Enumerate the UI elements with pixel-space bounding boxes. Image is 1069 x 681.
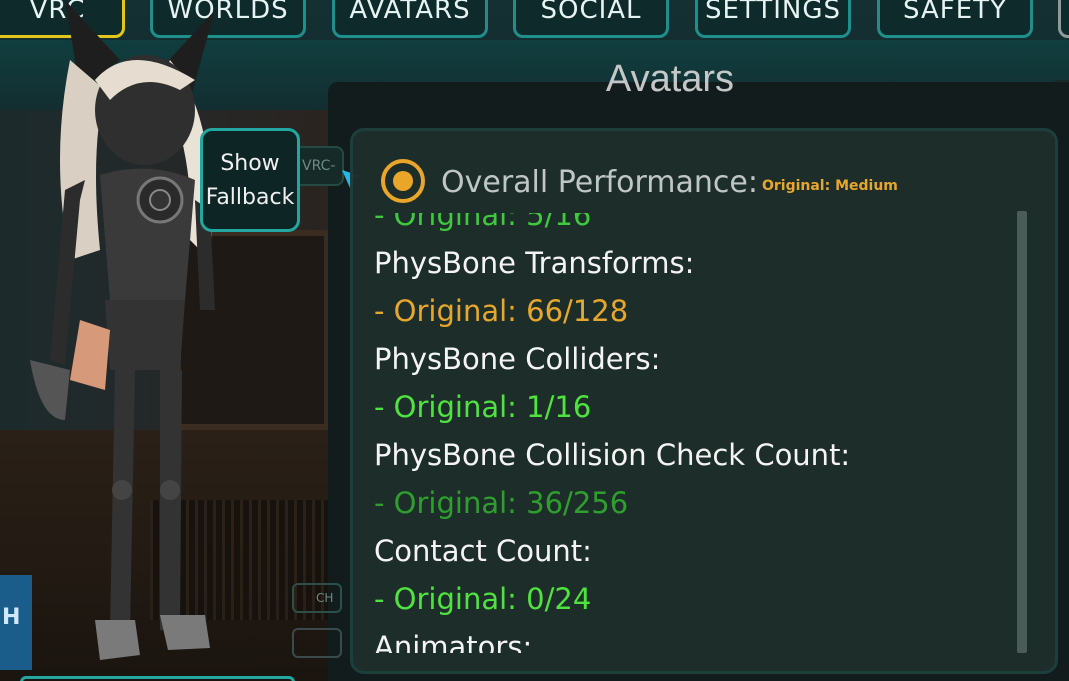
performance-stats-list: - Original: 5/16 PhysBone Transforms: - … [374, 213, 1024, 653]
stat-label: Animators: [374, 630, 533, 653]
page-title: Avatars [605, 58, 735, 100]
show-fallback-label-line1: Show [220, 151, 280, 176]
stat-value: - Original: 5/16 [374, 213, 592, 232]
performance-list-viewport[interactable]: - Original: 5/16 PhysBone Transforms: - … [361, 213, 1026, 653]
stat-label: PhysBone Transforms: [374, 246, 695, 280]
show-fallback-label-line2: Fallback [205, 185, 295, 210]
performance-title: Overall Performance: [441, 165, 758, 200]
avatar-preview-figure [30, 0, 215, 660]
stat-value: - Original: 36/256 [374, 486, 629, 520]
performance-rating-dot [393, 171, 413, 191]
preview-chip[interactable] [292, 628, 342, 658]
stat-label: Contact Count: [374, 534, 592, 568]
tab-avatars[interactable]: AVATARS [332, 0, 488, 38]
performance-list-scrollbar[interactable] [1017, 211, 1027, 653]
stat-label: PhysBone Colliders: [374, 342, 661, 376]
performance-tooltip: Overall Performance: Original: Medium - … [350, 128, 1058, 674]
stat-value: - Original: 1/16 [374, 390, 592, 424]
stat-label: PhysBone Collision Check Count: [374, 438, 851, 472]
tab-safety[interactable]: SAFETY [877, 0, 1033, 38]
stat-value: - Original: 66/128 [374, 294, 629, 328]
tab-settings[interactable]: SETTINGS [695, 0, 851, 38]
performance-rating-text: Original: Medium [761, 178, 898, 194]
ch-chip[interactable]: CH [292, 583, 342, 613]
tab-social[interactable]: SOCIAL [513, 0, 669, 38]
performance-header: Overall Performance: Original: Medium [381, 159, 898, 203]
performance-rating-icon [381, 159, 425, 203]
tab-more[interactable] [1058, 0, 1069, 38]
stat-value: - Original: 0/24 [374, 582, 592, 616]
show-fallback-button[interactable]: Show Fallback [200, 128, 300, 232]
